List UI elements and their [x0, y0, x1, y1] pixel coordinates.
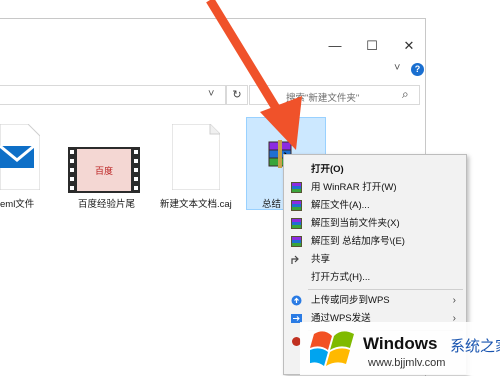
share-icon [291, 254, 302, 265]
watermark-brand-cn: 系统之家 [450, 338, 500, 355]
winrar-icon [291, 182, 302, 193]
windows-logo-icon [310, 331, 354, 366]
winrar-icon [291, 236, 302, 247]
file-label-document: 新建文本文档.caj [160, 199, 232, 210]
menu-item-extract-files[interactable]: 解压文件(A)... [284, 197, 466, 214]
minimize-button[interactable]: — [325, 36, 345, 56]
watermark-brand: Windows [363, 334, 438, 353]
search-icon[interactable]: ⌕ [402, 87, 409, 102]
menu-item-extract-here[interactable]: 解压到当前文件夹(X) [284, 215, 466, 232]
menu-item-open-with-winrar[interactable]: 用 WinRAR 打开(W) [284, 179, 466, 196]
file-label-eml: eml文件 [0, 199, 35, 210]
file-label-archive: 总结 [262, 199, 282, 210]
watermark: Windows 系统之家 www.bjjmlv.com [300, 322, 500, 375]
close-button[interactable]: ✕ [399, 36, 419, 56]
cloud-upload-icon [291, 295, 302, 306]
menu-item-open[interactable]: 打开(O) [284, 161, 466, 178]
menu-item-upload-wps[interactable]: 上传或同步到WPS › [284, 292, 466, 309]
video-icon[interactable]: 百度 [68, 147, 140, 193]
maximize-button[interactable]: ☐ [362, 36, 382, 56]
menu-item-extract-to-folder[interactable]: 解压到 总结加序号\(E) [284, 233, 466, 250]
menu-item-open-with[interactable]: 打开方式(H)... [284, 269, 466, 286]
ribbon-expand-icon[interactable]: ˅ [394, 62, 400, 74]
svg-text:百度: 百度 [95, 165, 113, 177]
mail-icon[interactable] [0, 123, 41, 191]
annotation-arrow-icon [206, 0, 302, 150]
winrar-icon [291, 218, 302, 229]
winrar-icon [291, 200, 302, 211]
help-icon[interactable]: ? [411, 63, 424, 76]
menu-separator [308, 289, 463, 290]
file-label-video: 百度经验片尾 [78, 199, 136, 210]
submenu-arrow-icon: › [452, 295, 456, 306]
menu-item-share[interactable]: 共享 [284, 251, 466, 268]
watermark-url: www.bjjmlv.com [368, 357, 446, 369]
address-bar[interactable]: ˅ [0, 85, 226, 105]
